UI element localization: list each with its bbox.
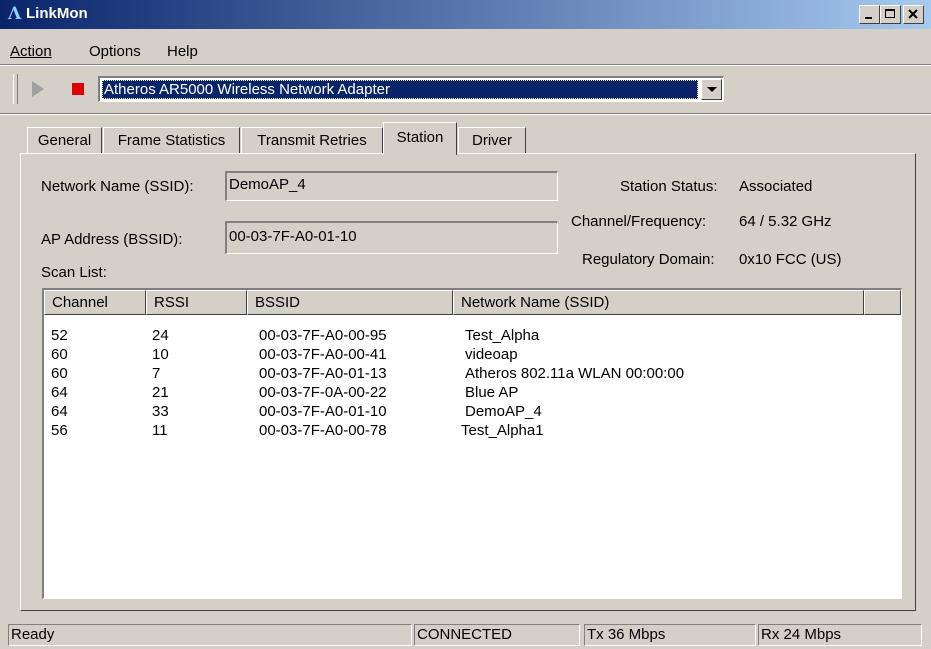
status-rx-rate: Rx 24 Mbps	[758, 624, 922, 646]
tab-frame-statistics[interactable]: Frame Statistics	[103, 127, 240, 154]
menu-help[interactable]: Help	[167, 43, 198, 60]
status-connection: CONNECTED	[414, 624, 580, 646]
cell-channel: 64	[51, 384, 68, 401]
tab-station[interactable]: Station	[383, 122, 457, 155]
cell-channel: 60	[51, 346, 68, 363]
menu-action-label: Action	[10, 43, 52, 60]
cell-ssid: Blue AP	[465, 384, 519, 401]
table-row[interactable]: 60 7 00-03-7F-A0-01-13 Atheros 802.11a W…	[44, 365, 864, 384]
column-header-bssid[interactable]: BSSID	[247, 290, 453, 315]
cell-rssi: 33	[152, 403, 169, 420]
close-icon	[908, 9, 918, 19]
tab-general[interactable]: General	[27, 127, 102, 154]
toolbar-separator	[0, 113, 931, 115]
table-row[interactable]: 56 11 00-03-7F-A0-00-78 Test_Alpha1	[44, 422, 864, 441]
menu-options[interactable]: Options	[89, 43, 141, 60]
maximize-icon	[885, 9, 895, 18]
column-header-ssid[interactable]: Network Name (SSID)	[453, 290, 864, 315]
cell-ssid: Test_Alpha1	[461, 422, 544, 439]
regulatory-domain-label: Regulatory Domain:	[582, 251, 715, 268]
column-header-rssi[interactable]: RSSI	[146, 290, 247, 315]
tab-frame-statistics-label: Frame Statistics	[117, 132, 226, 149]
table-row[interactable]: 64 33 00-03-7F-A0-01-10 DemoAP_4	[44, 403, 864, 422]
column-header-channel[interactable]: Channel	[44, 290, 146, 315]
minimize-button[interactable]	[859, 5, 880, 24]
toolbar-grip[interactable]	[13, 74, 18, 104]
table-row[interactable]: 64 21 00-03-7F-0A-00-22 Blue AP	[44, 384, 864, 403]
bssid-field: 00-03-7F-A0-01-10	[225, 221, 558, 254]
menu-options-label: Options	[89, 43, 141, 60]
close-button[interactable]	[903, 5, 924, 24]
cell-ssid: DemoAP_4	[465, 403, 542, 420]
cell-bssid: 00-03-7F-0A-00-22	[259, 384, 387, 401]
cell-bssid: 00-03-7F-A0-01-10	[259, 403, 387, 420]
title-bar	[0, 0, 931, 29]
menu-help-label: Help	[167, 43, 198, 60]
ssid-field: DemoAP_4	[225, 171, 558, 201]
cell-ssid: videoap	[465, 346, 518, 363]
cell-rssi: 10	[152, 346, 169, 363]
cell-rssi: 11	[152, 422, 168, 439]
app-logo-icon: Λ	[8, 4, 22, 24]
menu-separator	[0, 64, 931, 66]
channel-frequency-label: Channel/Frequency:	[571, 213, 707, 230]
column-header-filler	[864, 290, 901, 315]
cell-rssi: 7	[152, 365, 161, 382]
cell-rssi: 24	[152, 327, 169, 344]
maximize-button[interactable]	[880, 5, 901, 24]
cell-ssid: Atheros 802.11a WLAN 00:00:00	[465, 365, 685, 382]
dropdown-button[interactable]	[701, 79, 722, 100]
cell-channel: 64	[51, 403, 68, 420]
tab-general-label: General	[37, 132, 92, 149]
minimize-icon	[865, 17, 872, 19]
menu-action[interactable]: Action	[10, 43, 52, 60]
status-ready: Ready	[8, 624, 412, 646]
adapter-select[interactable]: Atheros AR5000 Wireless Network Adapter	[98, 76, 724, 102]
tab-driver-label: Driver	[472, 132, 512, 149]
ssid-label: Network Name (SSID):	[41, 178, 194, 195]
cell-ssid: Test_Alpha	[465, 327, 540, 344]
channel-frequency-value: 64 / 5.32 GHz	[739, 213, 832, 230]
cell-bssid: 00-03-7F-A0-00-95	[259, 327, 387, 344]
chevron-down-icon	[707, 87, 717, 92]
cell-bssid: 00-03-7F-A0-01-13	[259, 365, 387, 382]
tab-driver[interactable]: Driver	[458, 127, 526, 154]
table-row[interactable]: 52 24 00-03-7F-A0-00-95 Test_Alpha	[44, 327, 864, 346]
tab-transmit-retries[interactable]: Transmit Retries	[241, 127, 383, 154]
tab-station-label: Station	[396, 129, 444, 146]
cell-bssid: 00-03-7F-A0-00-78	[259, 422, 387, 439]
station-status-label: Station Status:	[620, 178, 718, 195]
scan-list[interactable]: Channel RSSI BSSID Network Name (SSID) 5…	[42, 288, 902, 599]
cell-channel: 52	[51, 327, 68, 344]
regulatory-domain-value: 0x10 FCC (US)	[739, 251, 842, 268]
cell-channel: 60	[51, 365, 68, 382]
cell-channel: 56	[51, 422, 68, 439]
table-row[interactable]: 60 10 00-03-7F-A0-00-41 videoap	[44, 346, 864, 365]
bssid-label: AP Address (BSSID):	[41, 231, 183, 248]
tab-transmit-retries-label: Transmit Retries	[257, 132, 367, 149]
window-title: LinkMon	[26, 5, 88, 22]
status-tx-rate: Tx 36 Mbps	[584, 624, 756, 646]
scan-list-label: Scan List:	[41, 264, 107, 281]
station-status-value: Associated	[739, 178, 813, 195]
stop-icon[interactable]	[72, 83, 84, 95]
cell-bssid: 00-03-7F-A0-00-41	[259, 346, 387, 363]
adapter-value: Atheros AR5000 Wireless Network Adapter	[102, 80, 698, 99]
play-icon[interactable]	[32, 81, 44, 97]
cell-rssi: 21	[152, 384, 169, 401]
